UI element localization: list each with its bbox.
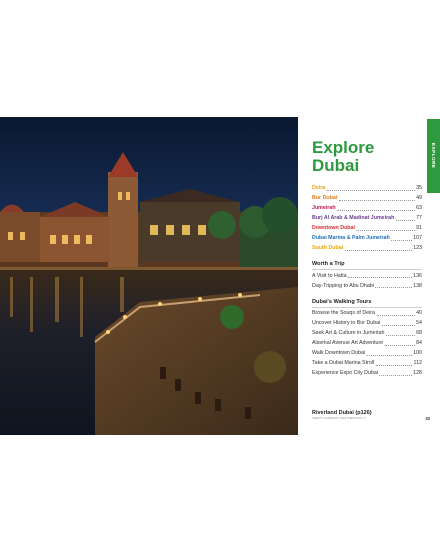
toc-item-label: Alserkal Avenue Art Adventure xyxy=(312,340,384,347)
leader-dots xyxy=(337,209,415,211)
toc-item[interactable]: Alserkal Avenue Art Adventure 84 xyxy=(312,338,422,348)
toc-item-page: 54 xyxy=(416,320,422,327)
toc-item-page: 112 xyxy=(413,360,422,367)
leader-dots xyxy=(326,189,415,191)
leader-dots xyxy=(379,374,412,376)
toc-item-label: South Dubai xyxy=(312,245,344,251)
toc-item-page: 68 xyxy=(416,330,422,337)
leader-dots xyxy=(381,324,415,326)
toc-item-label: Dubai Marina & Palm Jumeirah xyxy=(312,235,390,241)
toc-item-label: Browse the Souqs of Deira xyxy=(312,310,376,317)
toc-item-page: 40 xyxy=(416,310,422,317)
toc-item[interactable]: Dubai Marina & Palm Jumeirah 107 xyxy=(312,233,422,243)
riverland-dubai-photo xyxy=(0,117,298,435)
toc-item-label: Uncover History in Bur Dubai xyxy=(312,320,381,327)
toc-item[interactable]: A Visit to Hatta 136 xyxy=(312,271,422,281)
toc-item-page: 63 xyxy=(416,205,422,211)
toc-item[interactable]: Burj Al Arab & Madinat Jumeirah 77 xyxy=(312,213,422,223)
page-title: Explore Dubai xyxy=(312,139,422,175)
toc-item-label: Seek Art & Culture in Jumeirah xyxy=(312,330,385,337)
toc-item-label: Deira xyxy=(312,185,326,191)
leader-dots xyxy=(391,239,412,241)
toc-item-label: Downtown Dubai xyxy=(312,225,355,231)
toc-item[interactable]: Uncover History in Bur Dubai 54 xyxy=(312,318,422,328)
leader-dots xyxy=(338,199,415,201)
toc-item[interactable]: Downtown Dubai 91 xyxy=(312,223,422,233)
toc-item-page: 84 xyxy=(416,340,422,347)
leader-dots xyxy=(376,314,415,316)
toc-item-page: 100 xyxy=(413,350,422,357)
toc-item[interactable]: Browse the Souqs of Deira 40 xyxy=(312,308,422,318)
photo-caption: Riverland Dubai (p126) xyxy=(312,410,372,416)
toc-item[interactable]: Day-Tripping to Abu Dhabi 138 xyxy=(312,281,422,291)
night-scene-illustration xyxy=(0,117,298,435)
worth-a-trip-heading: Worth a Trip xyxy=(312,261,345,267)
neighbourhood-list: Deira 35 Bur Dubai 49 Jumeirah 63 Burj A… xyxy=(312,183,422,253)
toc-item-page: 123 xyxy=(413,245,422,251)
explore-side-tab: EXPLORE xyxy=(427,119,440,193)
toc-item-page: 77 xyxy=(416,215,422,221)
toc-item-page: 107 xyxy=(413,235,422,241)
toc-item[interactable]: Experience Expo City Dubai 128 xyxy=(312,368,422,378)
leader-dots xyxy=(348,276,412,279)
toc-item-label: Day-Tripping to Abu Dhabi xyxy=(312,282,374,289)
toc-item-label: A Visit to Hatta xyxy=(312,272,347,279)
toc-item-page: 91 xyxy=(416,225,422,231)
toc-item[interactable]: Jumeirah 63 xyxy=(312,203,422,213)
toc-item-page: 35 xyxy=(416,185,422,191)
toc-item[interactable]: South Dubai 123 xyxy=(312,243,422,253)
leader-dots xyxy=(366,354,412,356)
chapter-contents: Explore Dubai Deira 35 Bur Dubai 49 Jume… xyxy=(312,139,422,378)
leader-dots xyxy=(344,249,412,251)
walking-tours-list: Browse the Souqs of Deira 40 Uncover His… xyxy=(312,308,422,378)
toc-item[interactable]: Deira 35 xyxy=(312,183,422,193)
book-spread: EXPLORE Explore Dubai Deira 35 Bur Dubai… xyxy=(0,117,440,435)
toc-item-label: Walk Downtown Dubai xyxy=(312,350,366,357)
leader-dots xyxy=(395,219,415,221)
leader-dots xyxy=(375,364,413,366)
section-divider xyxy=(312,306,422,308)
toc-item-label: Experience Expo City Dubai xyxy=(312,370,378,377)
leader-dots xyxy=(384,344,415,346)
toc-item[interactable]: Walk Downtown Dubai 100 xyxy=(312,348,422,358)
toc-item-page: 49 xyxy=(416,195,422,201)
photo-caption-area: Riverland Dubai (p126) CREDIT: GUARDIAN … xyxy=(312,410,430,420)
title-line-1: Explore xyxy=(312,138,375,157)
leader-dots xyxy=(356,229,415,231)
toc-item-page: 136 xyxy=(413,272,422,279)
toc-item[interactable]: Seek Art & Culture in Jumeirah 68 xyxy=(312,328,422,338)
toc-item-label: Take a Dubai Marina Stroll xyxy=(312,360,375,367)
walking-tours-heading: Dubai's Walking Tours xyxy=(312,298,372,305)
toc-item[interactable]: Take a Dubai Marina Stroll 112 xyxy=(312,358,422,368)
toc-item-label: Jumeirah xyxy=(312,205,336,211)
worth-a-trip-list: A Visit to Hatta 136 Day-Tripping to Abu… xyxy=(312,271,422,291)
leader-dots xyxy=(375,286,412,289)
title-line-2: Dubai xyxy=(312,156,360,175)
toc-item-label: Bur Dubai xyxy=(312,195,338,201)
toc-item-label: Burj Al Arab & Madinat Jumeirah xyxy=(312,215,395,221)
section-divider xyxy=(312,269,422,270)
toc-item[interactable]: Bur Dubai 49 xyxy=(312,193,422,203)
side-tab-label: EXPLORE xyxy=(431,143,436,169)
page-number: 33 xyxy=(425,416,430,421)
toc-item-page: 138 xyxy=(413,282,422,289)
photo-credit: CREDIT: GUARDIAN / SHUTTERSTOCK © xyxy=(312,417,366,420)
leader-dots xyxy=(385,334,415,336)
toc-item-page: 128 xyxy=(413,370,422,377)
